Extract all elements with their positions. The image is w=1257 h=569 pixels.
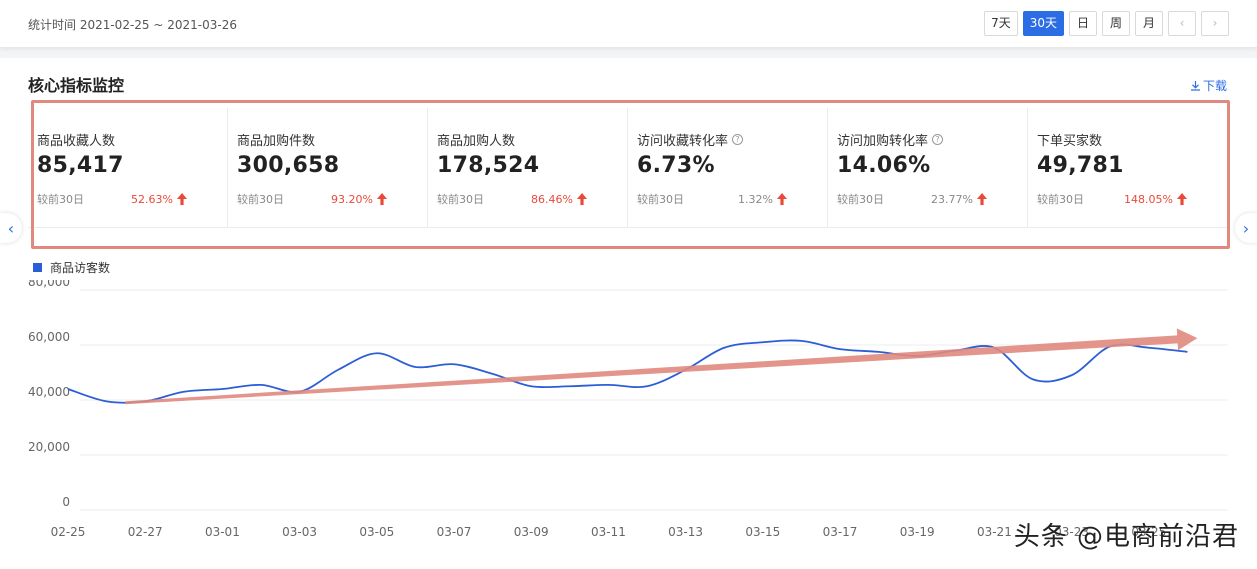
- x-tick-label: 02-25: [51, 525, 86, 539]
- y-tick-label: 20,000: [28, 440, 70, 454]
- highlight-box: [31, 100, 1230, 249]
- trend-arrow: [125, 328, 1198, 405]
- range-week-button[interactable]: 周: [1102, 11, 1130, 36]
- y-tick-label: 60,000: [28, 330, 70, 344]
- download-button[interactable]: 下载: [1190, 77, 1227, 94]
- x-tick-label: 03-05: [359, 525, 394, 539]
- x-tick-label: 03-15: [745, 525, 780, 539]
- chart-legend[interactable]: 商品访客数: [33, 259, 110, 276]
- legend-swatch: [33, 263, 42, 272]
- x-tick-label: 02-27: [128, 525, 163, 539]
- chevron-left-icon: ‹: [1179, 16, 1185, 30]
- next-period-button[interactable]: ›: [1201, 11, 1229, 36]
- scroll-left-button[interactable]: ‹: [0, 213, 22, 243]
- x-tick-label: 03-01: [205, 525, 240, 539]
- download-label: 下载: [1202, 79, 1227, 93]
- y-tick-label: 0: [62, 495, 70, 509]
- x-tick-label: 03-19: [900, 525, 935, 539]
- chevron-right-icon: ›: [1242, 218, 1250, 238]
- x-tick-label: 03-07: [437, 525, 472, 539]
- stat-period: 统计时间 2021-02-25 ~ 2021-03-26: [28, 18, 237, 32]
- x-tick-label: 03-17: [823, 525, 858, 539]
- x-tick-label: 03-13: [668, 525, 703, 539]
- top-bar: 统计时间 2021-02-25 ~ 2021-03-26 7天 30天 日 周 …: [0, 0, 1257, 48]
- x-tick-label: 03-11: [591, 525, 626, 539]
- scroll-right-button[interactable]: ›: [1235, 213, 1257, 243]
- range-7d-button[interactable]: 7天: [984, 11, 1018, 36]
- prev-period-button[interactable]: ‹: [1168, 11, 1196, 36]
- y-tick-label: 40,000: [28, 385, 70, 399]
- download-icon: [1190, 81, 1200, 91]
- core-metrics-card: 核心指标监控 下载 商品收藏人数 85,417 较前30日 52.63% 商品加购件数 3…: [0, 58, 1257, 569]
- chevron-right-icon: ›: [1212, 16, 1218, 30]
- y-tick-label: 80,000: [28, 280, 70, 289]
- section-title: 核心指标监控: [28, 76, 125, 95]
- x-tick-label: 03-03: [282, 525, 317, 539]
- watermark: 头条 @电商前沿君: [1013, 522, 1239, 552]
- chevron-left-icon: ‹: [7, 218, 15, 238]
- x-tick-label: 03-21: [977, 525, 1012, 539]
- range-30d-button[interactable]: 30天: [1022, 11, 1064, 36]
- range-day-button[interactable]: 日: [1069, 11, 1097, 36]
- range-month-button[interactable]: 月: [1135, 11, 1163, 36]
- period-controls: 7天 30天 日 周 月 ‹ ›: [984, 11, 1229, 36]
- legend-label: 商品访客数: [50, 261, 111, 275]
- x-tick-label: 03-09: [514, 525, 549, 539]
